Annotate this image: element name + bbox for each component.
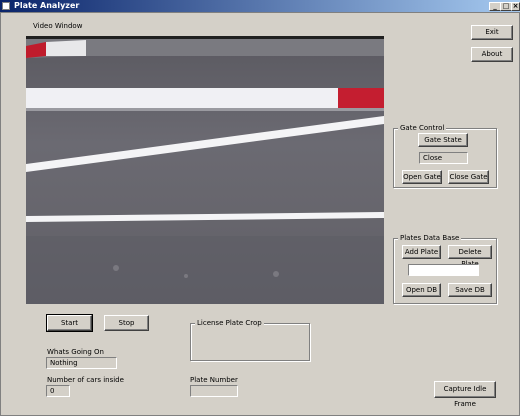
stop-button[interactable]: Stop: [104, 315, 149, 331]
video-frame-image: [26, 36, 384, 304]
license-plate-crop-title: License Plate Crop: [195, 319, 264, 327]
cars-inside-label: Number of cars inside: [47, 376, 124, 384]
license-plate-crop-group: License Plate Crop: [190, 319, 310, 361]
save-db-button[interactable]: Save DB: [448, 283, 492, 297]
gate-state-field: Close: [419, 152, 468, 164]
capture-idle-frame-button[interactable]: Capture Idle Frame: [434, 381, 496, 408]
add-plate-button[interactable]: Add Plate: [402, 245, 441, 259]
open-db-button[interactable]: Open DB: [402, 283, 441, 297]
window-title: Plate Analyzer: [14, 1, 80, 10]
start-button[interactable]: Start: [46, 314, 93, 332]
plates-db-title: Plates Data Base: [398, 234, 462, 242]
exit-button[interactable]: Exit: [471, 25, 513, 40]
gate-state-button[interactable]: Gate State: [418, 133, 468, 147]
whats-going-on-label: Whats Going On: [47, 348, 104, 356]
video-window: [26, 36, 384, 304]
cars-inside-field: 0: [46, 385, 70, 397]
title-bar[interactable]: Plate Analyzer _ □ ×: [0, 0, 520, 12]
plate-input[interactable]: [408, 264, 479, 276]
video-window-label: Video Window: [33, 22, 83, 30]
app-icon: [2, 2, 10, 10]
open-gate-button[interactable]: Open Gate: [402, 170, 442, 184]
close-button[interactable]: ×: [511, 2, 520, 11]
close-gate-button[interactable]: Close Gate: [448, 170, 489, 184]
gate-control-title: Gate Control: [398, 124, 447, 132]
whats-going-on-field: Nothing: [46, 357, 117, 369]
delete-plate-button[interactable]: Delete Plate: [448, 245, 492, 268]
plate-number-label: Plate Number: [190, 376, 238, 384]
about-button[interactable]: About: [471, 47, 513, 62]
plate-number-field: [190, 385, 238, 397]
